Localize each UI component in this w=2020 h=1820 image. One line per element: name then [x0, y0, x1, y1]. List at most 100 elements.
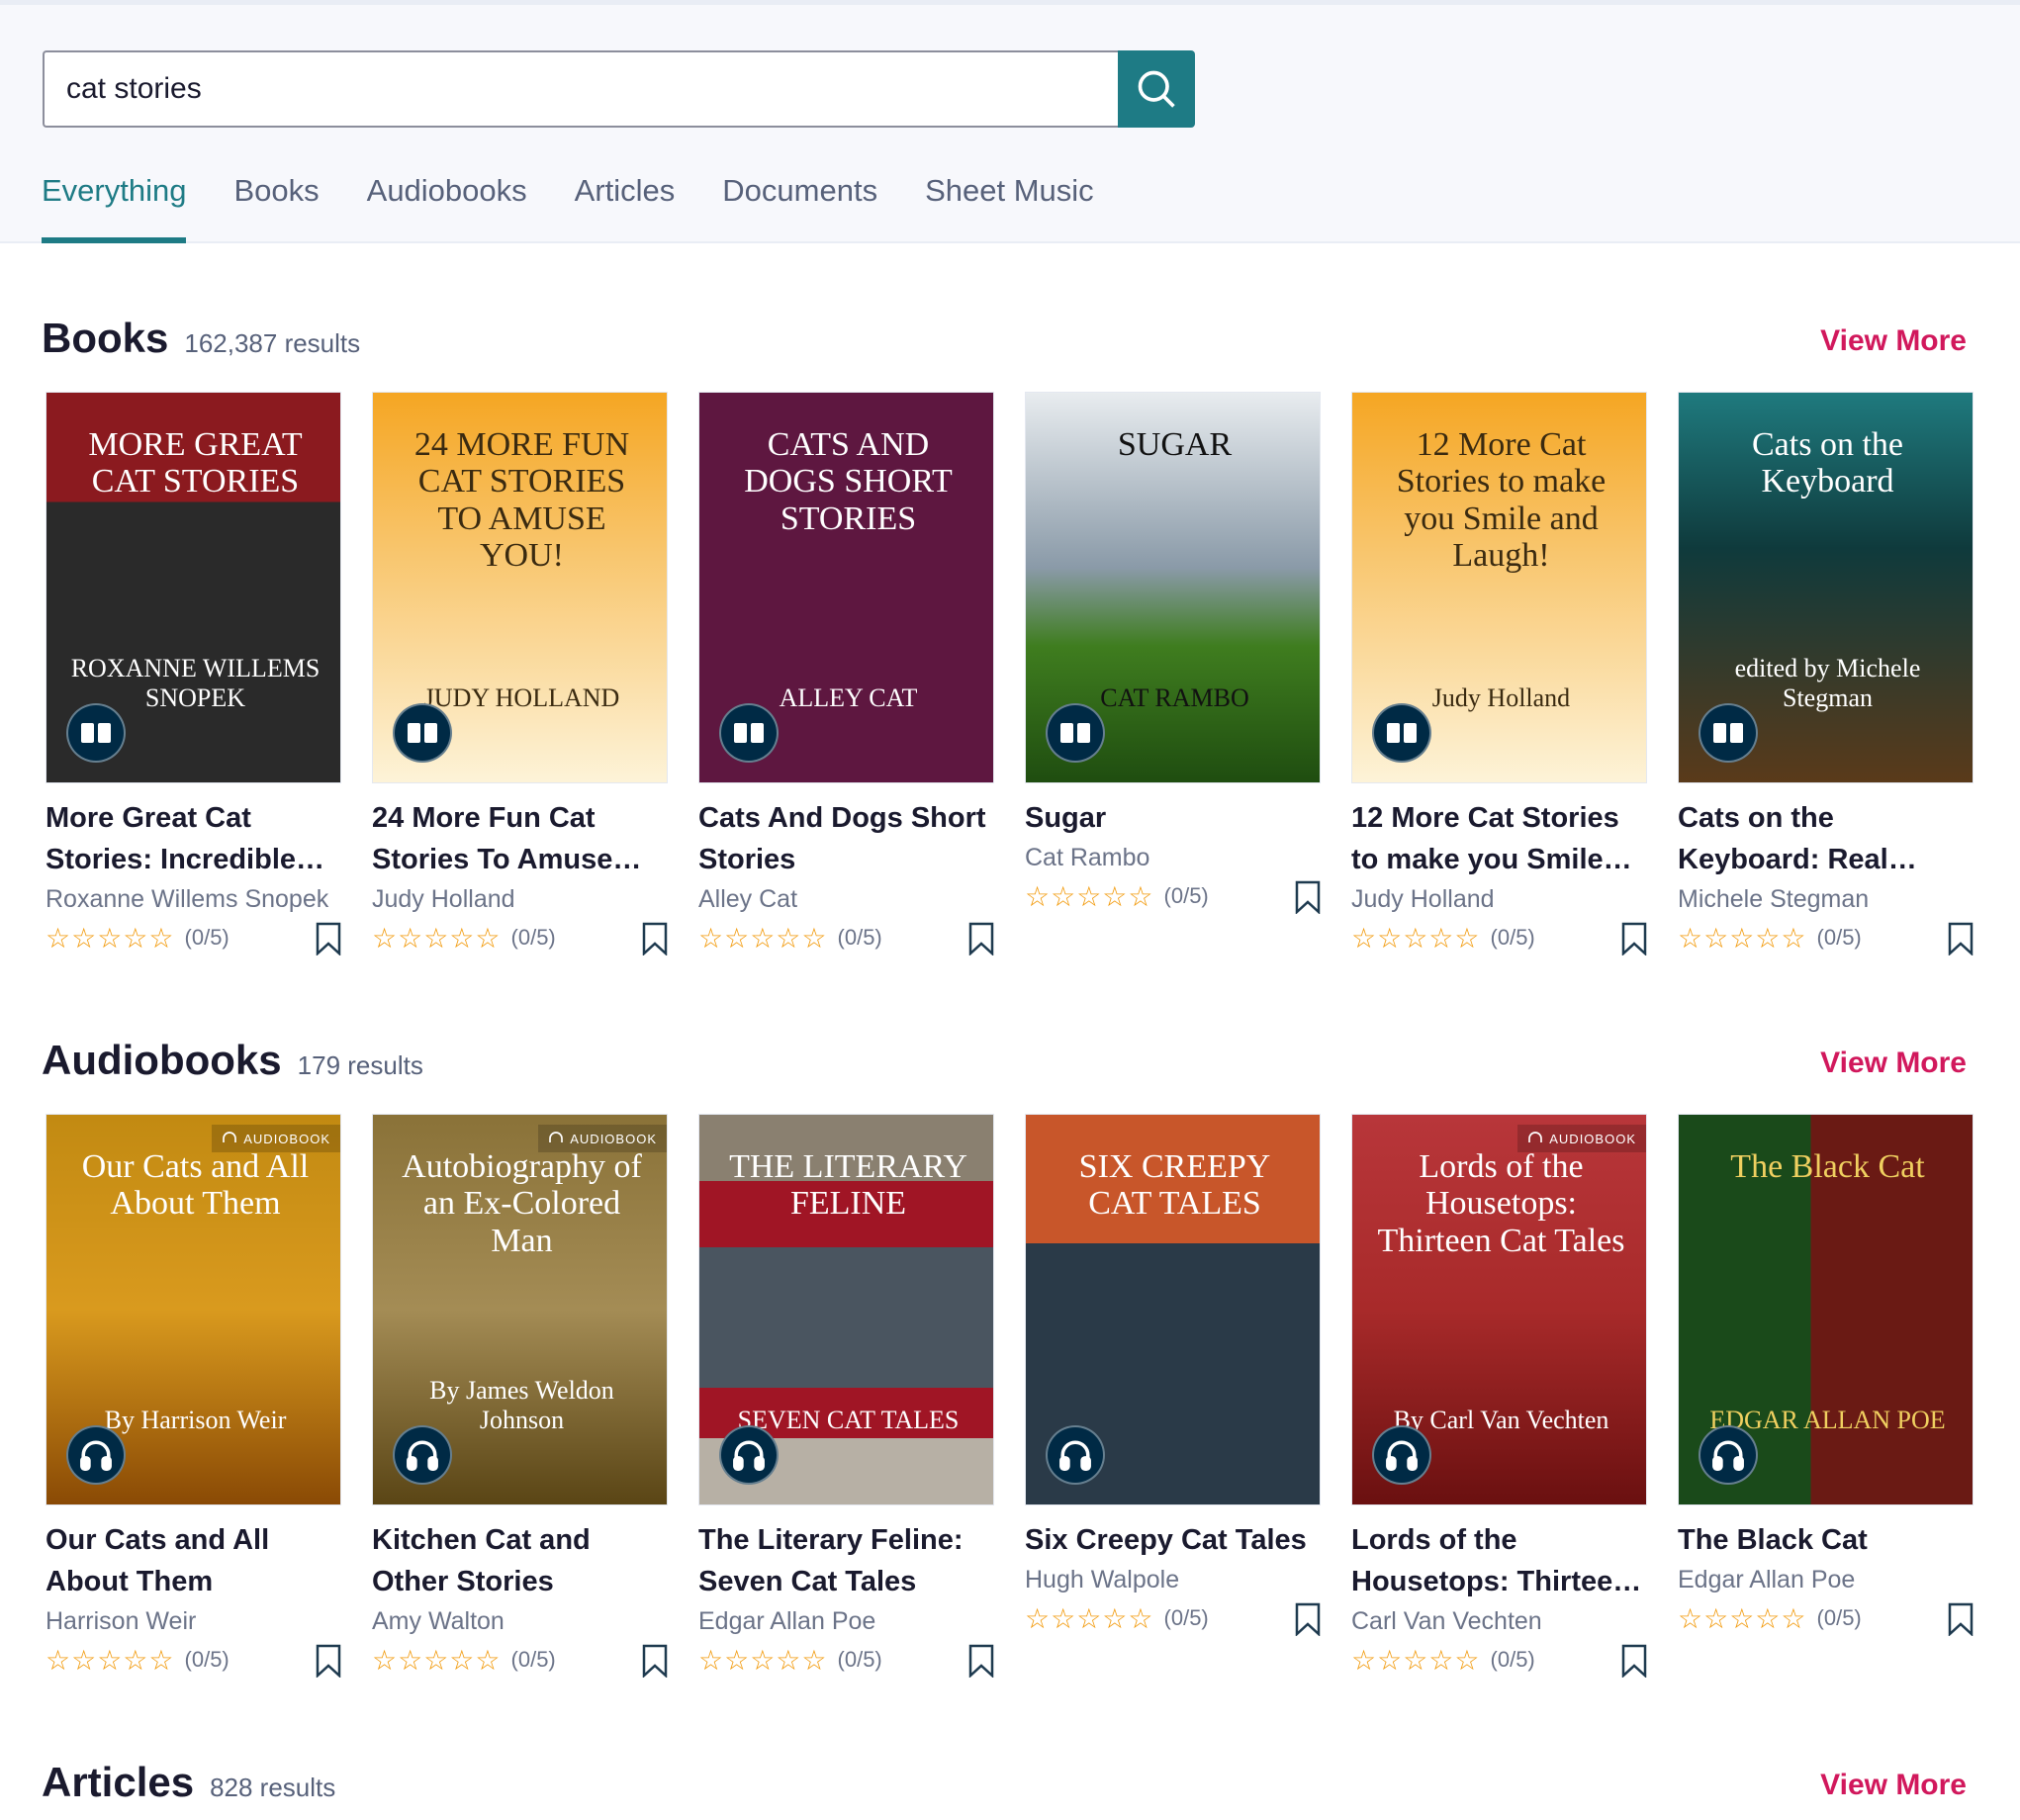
tab-documents[interactable]: Documents: [722, 173, 877, 243]
bookmark-icon[interactable]: [1295, 880, 1321, 919]
bookmark-icon[interactable]: [642, 922, 668, 960]
bookmark-icon[interactable]: [1948, 922, 1974, 960]
cover-image[interactable]: MORE GREAT CAT STORIES ROXANNE WILLEMS S…: [46, 392, 341, 783]
item-author[interactable]: Roxanne Willems Snopek: [46, 880, 341, 918]
star-rating-icon[interactable]: ☆☆☆☆☆: [1678, 922, 1807, 955]
audiobooks-row: AUDIOBOOK Our Cats and All About Them By…: [46, 1114, 2014, 1679]
star-rating-icon[interactable]: ☆☆☆☆☆: [1678, 1602, 1807, 1635]
item-title[interactable]: Lords of the Housetops: Thirtee…: [1351, 1519, 1647, 1602]
cover-title: SUGAR: [1117, 426, 1233, 463]
headphones-icon: [1712, 1440, 1744, 1471]
item-author[interactable]: Judy Holland: [372, 880, 668, 918]
star-rating-icon[interactable]: ☆☆☆☆☆: [1025, 1602, 1154, 1635]
book-card[interactable]: 12 More Cat Stories to make you Smile an…: [1351, 392, 1647, 957]
item-title[interactable]: The Black Cat: [1678, 1519, 1974, 1561]
tab-books[interactable]: Books: [233, 173, 319, 243]
audiobook-card[interactable]: AUDIOBOOK Our Cats and All About Them By…: [46, 1114, 341, 1680]
item-author[interactable]: Judy Holland: [1351, 880, 1647, 918]
cover-image[interactable]: SIX CREEPY CAT TALES: [1025, 1114, 1321, 1505]
bookmark-icon[interactable]: [968, 922, 994, 960]
bookmark-icon[interactable]: [316, 922, 341, 960]
book-card[interactable]: MORE GREAT CAT STORIES ROXANNE WILLEMS S…: [46, 392, 341, 957]
rating: ☆☆☆☆☆ (0/5): [698, 918, 994, 957]
item-title[interactable]: More Great Cat Stories: Incredible…: [46, 797, 341, 880]
cover-image[interactable]: AUDIOBOOK Lords of the Housetops: Thirte…: [1351, 1114, 1647, 1505]
bookmark-icon[interactable]: [1295, 1602, 1321, 1641]
tab-sheet-music[interactable]: Sheet Music: [925, 173, 1094, 243]
cover-title: SIX CREEPY CAT TALES: [1078, 1148, 1271, 1223]
star-rating-icon[interactable]: ☆☆☆☆☆: [1351, 922, 1481, 955]
headphones-icon: [223, 1132, 237, 1142]
star-rating-icon[interactable]: ☆☆☆☆☆: [46, 1644, 175, 1677]
audiobook-card[interactable]: The Black Cat EDGAR ALLAN POE The Black …: [1678, 1114, 1974, 1638]
item-author[interactable]: Michele Stegman: [1678, 880, 1974, 918]
books-view-more-link[interactable]: View More: [1820, 324, 1967, 358]
book-card[interactable]: Cats on the Keyboard edited by Michele S…: [1678, 392, 1974, 957]
star-rating-icon[interactable]: ☆☆☆☆☆: [372, 1644, 502, 1677]
cover-image[interactable]: AUDIOBOOK Autobiography of an Ex-Colored…: [372, 1114, 668, 1505]
cover-image[interactable]: SUGAR CAT RAMBO: [1025, 392, 1321, 783]
item-title[interactable]: 24 More Fun Cat Stories To Amuse You!: [372, 797, 668, 880]
cover-image[interactable]: THE LITERARY FELINE SEVEN CAT TALES: [698, 1114, 994, 1505]
cover-image[interactable]: 24 MORE FUN CAT STORIES TO AMUSE YOU! JU…: [372, 392, 668, 783]
item-title[interactable]: Cats on the Keyboard: Real Life…: [1678, 797, 1974, 880]
search-button[interactable]: [1118, 50, 1195, 128]
audiobook-card[interactable]: AUDIOBOOK Autobiography of an Ex-Colored…: [372, 1114, 668, 1680]
audiobooks-view-more-link[interactable]: View More: [1820, 1046, 1967, 1080]
rating: ☆☆☆☆☆ (0/5): [1678, 918, 1974, 957]
star-rating-icon[interactable]: ☆☆☆☆☆: [1025, 880, 1154, 913]
articles-view-more-link[interactable]: View More: [1820, 1769, 1967, 1802]
star-rating-icon[interactable]: ☆☆☆☆☆: [698, 922, 828, 955]
rating: ☆☆☆☆☆ (0/5): [372, 1640, 668, 1680]
result-count: 828 results: [210, 1773, 336, 1802]
audiobook-type-badge: [719, 1425, 779, 1485]
item-author[interactable]: Cat Rambo: [1025, 839, 1321, 876]
search-input[interactable]: [43, 50, 1118, 128]
item-author[interactable]: Edgar Allan Poe: [698, 1602, 994, 1640]
tab-everything[interactable]: Everything: [42, 173, 187, 243]
cover-image[interactable]: 12 More Cat Stories to make you Smile an…: [1351, 392, 1647, 783]
audiobook-card[interactable]: AUDIOBOOK Lords of the Housetops: Thirte…: [1351, 1114, 1647, 1680]
rating: ☆☆☆☆☆ (0/5): [1351, 1640, 1647, 1680]
book-icon: [1387, 723, 1417, 743]
bookmark-icon[interactable]: [968, 1644, 994, 1683]
book-type-badge: [1699, 703, 1758, 763]
item-title[interactable]: 12 More Cat Stories to make you Smile an…: [1351, 797, 1647, 880]
star-rating-icon[interactable]: ☆☆☆☆☆: [1351, 1644, 1481, 1677]
book-type-badge: [1372, 703, 1431, 763]
bookmark-icon[interactable]: [1948, 1602, 1974, 1641]
item-author[interactable]: Harrison Weir: [46, 1602, 341, 1640]
item-author[interactable]: Edgar Allan Poe: [1678, 1561, 1974, 1598]
item-title[interactable]: Our Cats and All About Them: [46, 1519, 341, 1602]
item-author[interactable]: Carl Van Vechten: [1351, 1602, 1647, 1640]
book-card[interactable]: CATS AND DOGS SHORT STORIES ALLEY CAT Ca…: [698, 392, 994, 957]
item-author[interactable]: Alley Cat: [698, 880, 994, 918]
item-author[interactable]: Amy Walton: [372, 1602, 668, 1640]
book-card[interactable]: 24 MORE FUN CAT STORIES TO AMUSE YOU! JU…: [372, 392, 668, 957]
star-rating-icon[interactable]: ☆☆☆☆☆: [372, 922, 502, 955]
cover-image[interactable]: Cats on the Keyboard edited by Michele S…: [1678, 392, 1974, 783]
cover-image[interactable]: The Black Cat EDGAR ALLAN POE: [1678, 1114, 1974, 1505]
star-rating-icon[interactable]: ☆☆☆☆☆: [698, 1644, 828, 1677]
audiobook-type-badge: [1372, 1425, 1431, 1485]
bookmark-icon[interactable]: [316, 1644, 341, 1683]
audiobook-card[interactable]: THE LITERARY FELINE SEVEN CAT TALES The …: [698, 1114, 994, 1680]
star-rating-icon[interactable]: ☆☆☆☆☆: [46, 922, 175, 955]
audiobook-card[interactable]: SIX CREEPY CAT TALES Six Creepy Cat Tale…: [1025, 1114, 1321, 1638]
item-title[interactable]: Kitchen Cat and Other Stories: [372, 1519, 668, 1602]
bookmark-icon[interactable]: [1621, 922, 1647, 960]
badge-label: AUDIOBOOK: [1549, 1131, 1636, 1146]
item-title[interactable]: Cats And Dogs Short Stories: [698, 797, 994, 880]
book-card[interactable]: SUGAR CAT RAMBO Sugar Cat Rambo ☆☆☆☆☆ (0…: [1025, 392, 1321, 916]
item-title[interactable]: The Literary Feline: Seven Cat Tales: [698, 1519, 994, 1602]
cover-image[interactable]: AUDIOBOOK Our Cats and All About Them By…: [46, 1114, 341, 1505]
tab-audiobooks[interactable]: Audiobooks: [367, 173, 527, 243]
bookmark-icon[interactable]: [1621, 1644, 1647, 1683]
bookmark-icon[interactable]: [642, 1644, 668, 1683]
item-title[interactable]: Six Creepy Cat Tales: [1025, 1519, 1321, 1561]
item-title[interactable]: Sugar: [1025, 797, 1321, 839]
audiobook-type-badge: [1046, 1425, 1105, 1485]
tab-articles[interactable]: Articles: [575, 173, 676, 243]
cover-image[interactable]: CATS AND DOGS SHORT STORIES ALLEY CAT: [698, 392, 994, 783]
item-author[interactable]: Hugh Walpole: [1025, 1561, 1321, 1598]
